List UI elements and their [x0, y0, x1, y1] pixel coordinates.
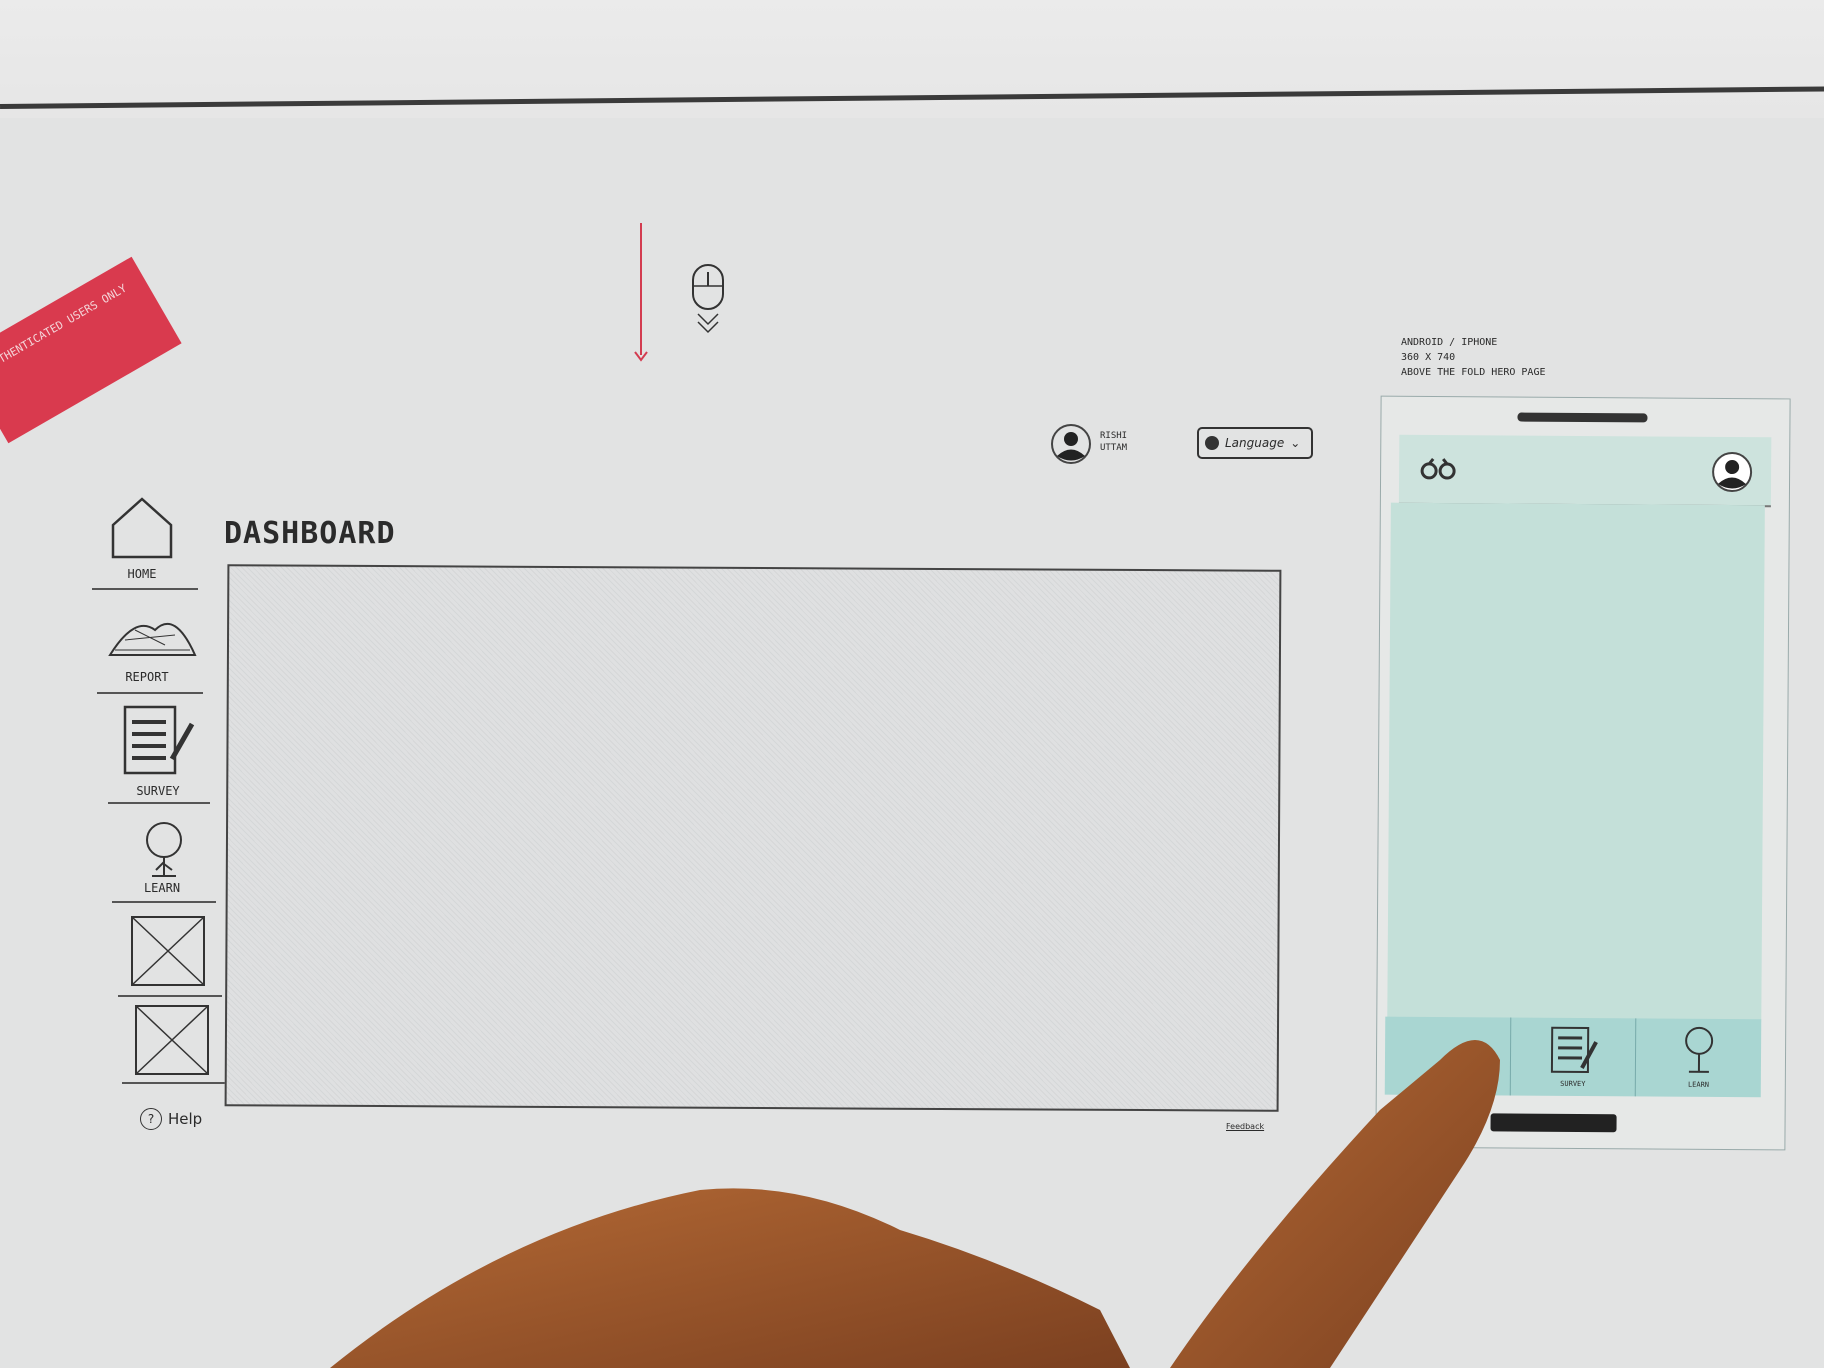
hand-photo-overlay: [330, 1040, 1500, 1368]
